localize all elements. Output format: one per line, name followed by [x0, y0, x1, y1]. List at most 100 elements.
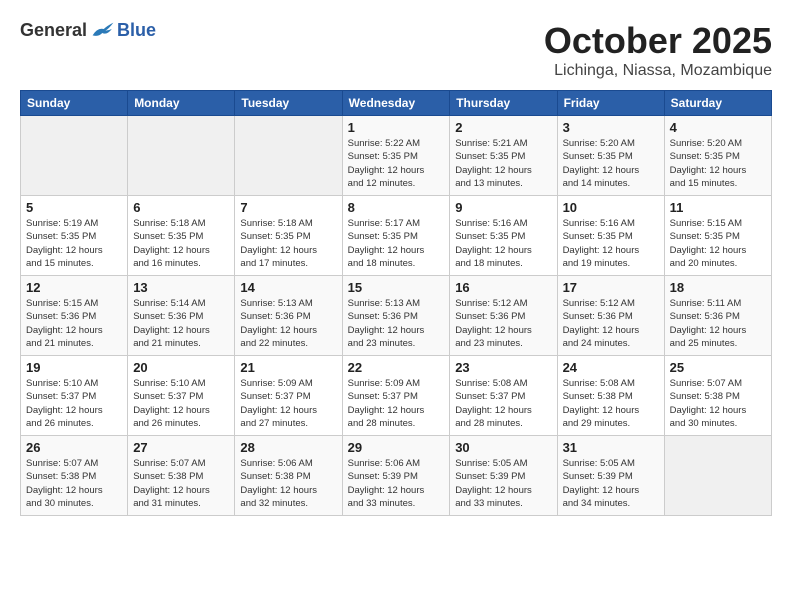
day-info: Sunrise: 5:18 AMSunset: 5:35 PMDaylight:… — [240, 217, 336, 270]
day-number: 12 — [26, 280, 122, 295]
calendar-cell: 2 Sunrise: 5:21 AMSunset: 5:35 PMDaylight… — [450, 116, 557, 196]
day-number: 31 — [563, 440, 659, 455]
weekday-header-row: SundayMondayTuesdayWednesdayThursdayFrid… — [21, 91, 772, 116]
day-number: 20 — [133, 360, 229, 375]
day-number: 30 — [455, 440, 551, 455]
day-number: 13 — [133, 280, 229, 295]
calendar-cell: 24 Sunrise: 5:08 AMSunset: 5:38 PMDayligh… — [557, 356, 664, 436]
day-info: Sunrise: 5:13 AMSunset: 5:36 PMDaylight:… — [240, 297, 336, 350]
day-number: 28 — [240, 440, 336, 455]
weekday-header-friday: Friday — [557, 91, 664, 116]
calendar-cell: 10 Sunrise: 5:16 AMSunset: 5:35 PMDayligh… — [557, 196, 664, 276]
calendar-cell: 30Sunrise: 5:05 AMSunset: 5:39 PMDayligh… — [450, 436, 557, 516]
calendar-cell: 26 Sunrise: 5:07 AMSunset: 5:38 PMDayligh… — [21, 436, 128, 516]
calendar-cell — [21, 116, 128, 196]
day-number: 26 — [26, 440, 122, 455]
day-info: Sunrise: 5:10 AMSunset: 5:37 PMDaylight:… — [133, 377, 229, 430]
weekday-header-thursday: Thursday — [450, 91, 557, 116]
day-info: Sunrise: 5:22 AMSunset: 5:35 PMDaylight:… — [348, 137, 445, 190]
calendar-cell: 28 Sunrise: 5:06 AMSunset: 5:38 PMDayligh… — [235, 436, 342, 516]
day-number: 24 — [563, 360, 659, 375]
day-info: Sunrise: 5:09 AMSunset: 5:37 PMDaylight:… — [240, 377, 336, 430]
day-number: 2 — [455, 120, 551, 135]
day-number: 10 — [563, 200, 659, 215]
calendar-cell: 9 Sunrise: 5:16 AMSunset: 5:35 PMDaylight… — [450, 196, 557, 276]
calendar: SundayMondayTuesdayWednesdayThursdayFrid… — [20, 90, 772, 516]
day-info: Sunrise: 5:15 AMSunset: 5:36 PMDaylight:… — [26, 297, 122, 350]
day-info: Sunrise: 5:12 AMSunset: 5:36 PMDaylight:… — [455, 297, 551, 350]
week-row-5: 26 Sunrise: 5:07 AMSunset: 5:38 PMDayligh… — [21, 436, 772, 516]
weekday-header-monday: Monday — [128, 91, 235, 116]
calendar-cell: 19 Sunrise: 5:10 AMSunset: 5:37 PMDayligh… — [21, 356, 128, 436]
day-info: Sunrise: 5:18 AMSunset: 5:35 PMDaylight:… — [133, 217, 229, 270]
day-number: 23 — [455, 360, 551, 375]
day-number: 7 — [240, 200, 336, 215]
calendar-cell: 13Sunrise: 5:14 AMSunset: 5:36 PMDayligh… — [128, 276, 235, 356]
calendar-cell: 4 Sunrise: 5:20 AMSunset: 5:35 PMDaylight… — [664, 116, 771, 196]
week-row-4: 19 Sunrise: 5:10 AMSunset: 5:37 PMDayligh… — [21, 356, 772, 436]
day-info: Sunrise: 5:06 AMSunset: 5:38 PMDaylight:… — [240, 457, 336, 510]
calendar-cell: 31 Sunrise: 5:05 AMSunset: 5:39 PMDayligh… — [557, 436, 664, 516]
weekday-header-wednesday: Wednesday — [342, 91, 450, 116]
day-info: Sunrise: 5:19 AMSunset: 5:35 PMDaylight:… — [26, 217, 122, 270]
logo: General Blue — [20, 20, 156, 41]
calendar-cell: 18Sunrise: 5:11 AMSunset: 5:36 PMDayligh… — [664, 276, 771, 356]
day-info: Sunrise: 5:08 AMSunset: 5:38 PMDaylight:… — [563, 377, 659, 430]
calendar-cell — [128, 116, 235, 196]
calendar-cell: 29Sunrise: 5:06 AMSunset: 5:39 PMDayligh… — [342, 436, 450, 516]
day-info: Sunrise: 5:16 AMSunset: 5:35 PMDaylight:… — [563, 217, 659, 270]
day-number: 25 — [670, 360, 766, 375]
month-title: October 2025 — [544, 20, 772, 62]
day-info: Sunrise: 5:15 AMSunset: 5:35 PMDaylight:… — [670, 217, 766, 270]
day-info: Sunrise: 5:08 AMSunset: 5:37 PMDaylight:… — [455, 377, 551, 430]
weekday-header-saturday: Saturday — [664, 91, 771, 116]
calendar-cell: 27Sunrise: 5:07 AMSunset: 5:38 PMDayligh… — [128, 436, 235, 516]
day-info: Sunrise: 5:07 AMSunset: 5:38 PMDaylight:… — [26, 457, 122, 510]
weekday-header-sunday: Sunday — [21, 91, 128, 116]
calendar-cell: 1 Sunrise: 5:22 AMSunset: 5:35 PMDaylight… — [342, 116, 450, 196]
day-number: 27 — [133, 440, 229, 455]
logo-blue-text: Blue — [117, 20, 156, 41]
calendar-cell: 6Sunrise: 5:18 AMSunset: 5:35 PMDaylight… — [128, 196, 235, 276]
day-number: 9 — [455, 200, 551, 215]
day-info: Sunrise: 5:20 AMSunset: 5:35 PMDaylight:… — [670, 137, 766, 190]
day-number: 4 — [670, 120, 766, 135]
day-info: Sunrise: 5:05 AMSunset: 5:39 PMDaylight:… — [563, 457, 659, 510]
day-info: Sunrise: 5:17 AMSunset: 5:35 PMDaylight:… — [348, 217, 445, 270]
day-info: Sunrise: 5:12 AMSunset: 5:36 PMDaylight:… — [563, 297, 659, 350]
day-number: 22 — [348, 360, 445, 375]
calendar-cell: 8Sunrise: 5:17 AMSunset: 5:35 PMDaylight… — [342, 196, 450, 276]
day-info: Sunrise: 5:21 AMSunset: 5:35 PMDaylight:… — [455, 137, 551, 190]
day-number: 14 — [240, 280, 336, 295]
location: Lichinga, Niassa, Mozambique — [544, 62, 772, 80]
day-number: 1 — [348, 120, 445, 135]
day-number: 21 — [240, 360, 336, 375]
week-row-1: 1 Sunrise: 5:22 AMSunset: 5:35 PMDaylight… — [21, 116, 772, 196]
logo-general-text: General — [20, 20, 87, 41]
day-info: Sunrise: 5:11 AMSunset: 5:36 PMDaylight:… — [670, 297, 766, 350]
calendar-cell: 7 Sunrise: 5:18 AMSunset: 5:35 PMDaylight… — [235, 196, 342, 276]
calendar-cell: 21 Sunrise: 5:09 AMSunset: 5:37 PMDayligh… — [235, 356, 342, 436]
calendar-cell: 5 Sunrise: 5:19 AMSunset: 5:35 PMDaylight… — [21, 196, 128, 276]
day-number: 17 — [563, 280, 659, 295]
calendar-cell — [664, 436, 771, 516]
week-row-3: 12 Sunrise: 5:15 AMSunset: 5:36 PMDayligh… — [21, 276, 772, 356]
day-number: 15 — [348, 280, 445, 295]
day-info: Sunrise: 5:09 AMSunset: 5:37 PMDaylight:… — [348, 377, 445, 430]
calendar-cell: 11Sunrise: 5:15 AMSunset: 5:35 PMDayligh… — [664, 196, 771, 276]
day-number: 16 — [455, 280, 551, 295]
calendar-cell: 12 Sunrise: 5:15 AMSunset: 5:36 PMDayligh… — [21, 276, 128, 356]
day-info: Sunrise: 5:20 AMSunset: 5:35 PMDaylight:… — [563, 137, 659, 190]
calendar-cell: 22 Sunrise: 5:09 AMSunset: 5:37 PMDayligh… — [342, 356, 450, 436]
week-row-2: 5 Sunrise: 5:19 AMSunset: 5:35 PMDaylight… — [21, 196, 772, 276]
day-number: 19 — [26, 360, 122, 375]
day-number: 5 — [26, 200, 122, 215]
day-info: Sunrise: 5:16 AMSunset: 5:35 PMDaylight:… — [455, 217, 551, 270]
header: General Blue October 2025 Lichinga, Nias… — [20, 20, 772, 80]
logo-bird-icon — [91, 21, 115, 41]
calendar-cell: 25Sunrise: 5:07 AMSunset: 5:38 PMDayligh… — [664, 356, 771, 436]
weekday-header-tuesday: Tuesday — [235, 91, 342, 116]
day-info: Sunrise: 5:06 AMSunset: 5:39 PMDaylight:… — [348, 457, 445, 510]
calendar-cell: 20 Sunrise: 5:10 AMSunset: 5:37 PMDayligh… — [128, 356, 235, 436]
day-info: Sunrise: 5:10 AMSunset: 5:37 PMDaylight:… — [26, 377, 122, 430]
